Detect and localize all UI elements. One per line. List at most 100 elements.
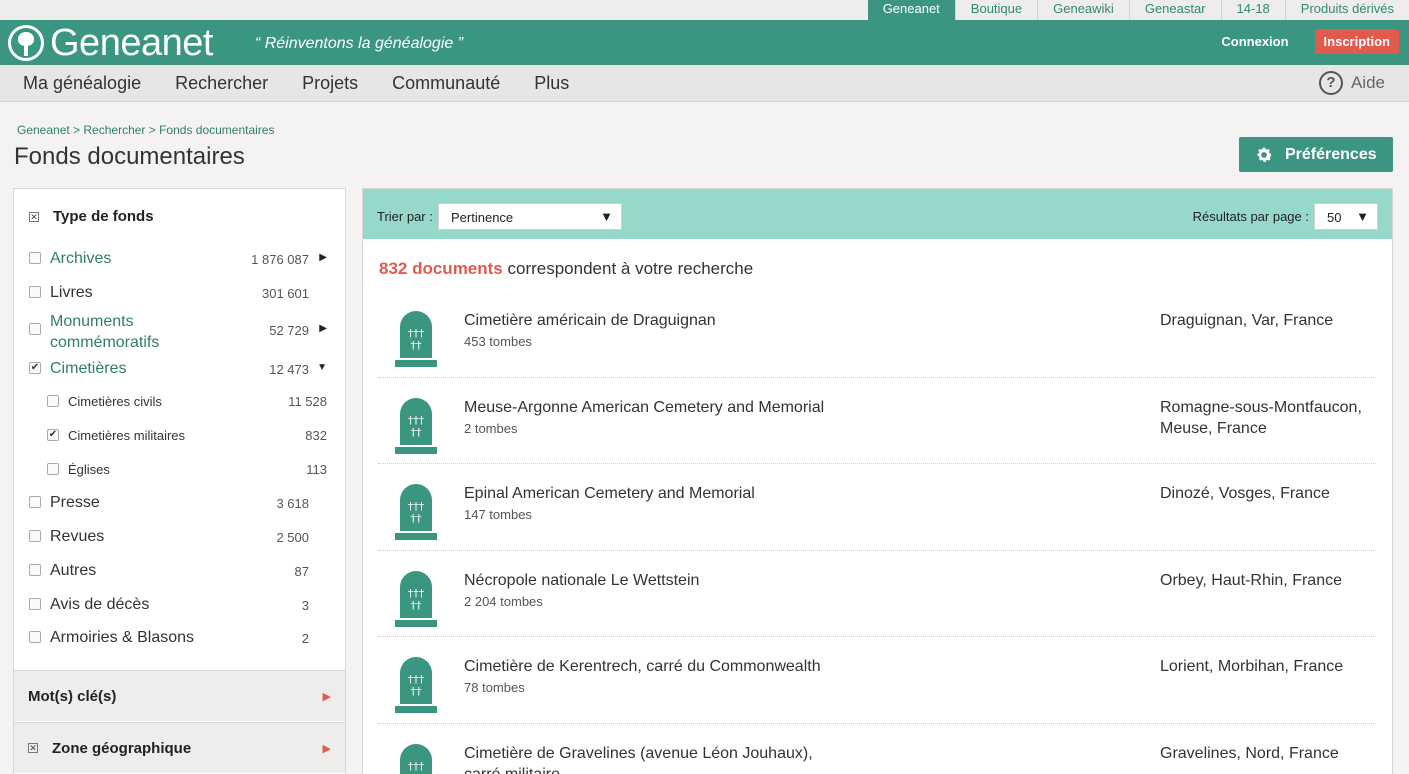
- result-row[interactable]: ††† †† Nécropole nationale Le Wettstein 2…: [378, 551, 1376, 637]
- page-title: Fonds documentaires: [14, 143, 245, 170]
- filter-label: Presse: [50, 494, 100, 511]
- sort-value: Pertinence: [451, 210, 514, 225]
- result-title[interactable]: Meuse-Argonne American Cemetery and Memo…: [464, 397, 844, 418]
- aide-label: Aide: [1350, 73, 1385, 92]
- chevron-down-icon: ▼: [600, 209, 613, 224]
- type-de-fonds-header[interactable]: ✕ Type de fonds: [14, 189, 345, 225]
- tab-geneawiki[interactable]: Geneawiki: [1037, 0, 1129, 20]
- keywords-section[interactable]: Mot(s) clé(s) ▶: [14, 670, 345, 721]
- arrow-right-icon[interactable]: ▶: [319, 252, 327, 263]
- result-title[interactable]: Cimetière américain de Draguignan: [464, 310, 844, 331]
- filter-count: 301 601: [262, 286, 309, 301]
- result-count: 78 tombes: [464, 680, 525, 695]
- result-location: Draguignan, Var, France: [1160, 312, 1334, 329]
- result-location: Dinozé, Vosges, France: [1160, 485, 1330, 502]
- results-count-text: correspondent à votre recherche: [502, 259, 754, 278]
- result-title[interactable]: Cimetière de Gravelines (avenue Léon Jou…: [464, 743, 844, 774]
- filter-label: Autres: [50, 562, 97, 579]
- tab-produits-derives[interactable]: Produits dérivés: [1284, 0, 1409, 20]
- checkbox-icon[interactable]: [47, 395, 59, 407]
- arrow-right-icon[interactable]: ▶: [319, 323, 327, 334]
- checkbox-icon[interactable]: ✔: [29, 362, 41, 374]
- result-location: Orbey, Haut-Rhin, France: [1160, 571, 1342, 589]
- checkbox-icon[interactable]: [47, 463, 59, 475]
- filter-label: Monuments commémoratifs: [50, 313, 160, 351]
- result-row[interactable]: ††††† Cimetière de Gravelines (avenue Lé…: [378, 724, 1376, 774]
- svg-text:††: ††: [411, 685, 423, 698]
- checkbox-icon[interactable]: [29, 631, 41, 643]
- nav-plus[interactable]: Plus: [534, 73, 569, 94]
- checkbox-icon[interactable]: [29, 564, 41, 576]
- result-row[interactable]: ††† †† Meuse-Argonne American Cemetery an…: [378, 378, 1376, 464]
- filter-count: 2: [301, 631, 309, 646]
- filter-sidebar: ✕ Type de fonds Archives 1 876 087 ▶ Liv…: [13, 188, 346, 774]
- checkbox-icon[interactable]: [29, 286, 41, 298]
- svg-text:††: ††: [411, 512, 423, 525]
- checkbox-icon[interactable]: [29, 530, 41, 542]
- tab-geneanet[interactable]: Geneanet: [867, 0, 955, 20]
- nav-rechercher[interactable]: Rechercher: [175, 73, 268, 94]
- result-title[interactable]: Nécropole nationale Le Wettstein: [464, 570, 844, 591]
- tree-logo-icon: [8, 24, 44, 61]
- gear-icon: [1257, 147, 1272, 162]
- filter-count: 2 500: [276, 530, 309, 545]
- inscription-button[interactable]: Inscription: [1314, 29, 1399, 54]
- tombstone-icon: †††††: [400, 743, 432, 774]
- result-row[interactable]: ††† †† Epinal American Cemetery and Memor…: [378, 464, 1376, 551]
- checkbox-icon[interactable]: [29, 323, 41, 335]
- tab-geneastar[interactable]: Geneastar: [1128, 0, 1221, 20]
- result-location: Romagne-sous-Montfaucon, Meuse, France: [1160, 398, 1362, 437]
- result-location: Gravelines, Nord, France: [1160, 744, 1339, 762]
- svg-text:††: ††: [411, 599, 423, 612]
- logo[interactable]: Geneanet: [8, 23, 213, 63]
- result-row[interactable]: ††† †† Cimetière de Kerentrech, carré du …: [378, 637, 1376, 724]
- checkbox-icon[interactable]: [29, 598, 41, 610]
- preferences-label: Préférences: [1285, 145, 1377, 163]
- sort-select[interactable]: Pertinence ▼: [438, 203, 622, 230]
- result-row[interactable]: ††† †† Cimetière américain de Draguignan …: [378, 291, 1376, 378]
- connexion-link[interactable]: Connexion: [1221, 34, 1288, 49]
- nav-communaute[interactable]: Communauté: [392, 73, 500, 94]
- main-nav: Ma généalogie Rechercher Projets Communa…: [0, 65, 1409, 102]
- results-count-number: 832 documents: [379, 259, 503, 278]
- per-page-select[interactable]: 50 ▼: [1314, 203, 1378, 230]
- arrow-right-icon: ▶: [322, 690, 331, 703]
- filter-count: 113: [306, 462, 327, 477]
- tab-14-18[interactable]: 14-18: [1220, 0, 1285, 20]
- filter-label: Revues: [50, 528, 105, 545]
- results-count: 832 documents correspondent à votre rech…: [379, 259, 753, 279]
- tab-boutique[interactable]: Boutique: [954, 0, 1037, 20]
- checkbox-icon[interactable]: [29, 496, 41, 508]
- filter-count: 11 528: [288, 394, 327, 409]
- checkbox-icon[interactable]: [29, 252, 41, 264]
- filter-label: Églises: [68, 462, 110, 477]
- geo-section[interactable]: ✕ Zone géographique ▶: [14, 722, 345, 773]
- filter-count: 52 729: [269, 323, 309, 338]
- keywords-label: Mot(s) clé(s): [28, 687, 117, 705]
- arrow-down-icon[interactable]: ▼: [317, 362, 327, 373]
- result-count: 453 tombes: [464, 334, 532, 349]
- nav-ma-genealogie[interactable]: Ma généalogie: [23, 73, 141, 94]
- filter-count: 12 473: [269, 362, 309, 377]
- svg-text:††: ††: [411, 426, 423, 439]
- result-count: 2 204 tombes: [464, 593, 543, 609]
- collapse-icon: ✕: [29, 211, 39, 222]
- filter-count: 3: [301, 598, 309, 613]
- checkbox-icon[interactable]: ✔: [47, 429, 59, 441]
- result-count: 147 tombes: [464, 507, 532, 522]
- result-title[interactable]: Epinal American Cemetery and Memorial: [464, 483, 844, 504]
- tombstone-icon: †††††: [395, 397, 437, 454]
- result-title[interactable]: Cimetière de Kerentrech, carré du Common…: [464, 656, 844, 677]
- nav-projets[interactable]: Projets: [302, 73, 358, 94]
- results-panel: Trier par : Pertinence ▼ Résultats par p…: [362, 188, 1393, 774]
- breadcrumb[interactable]: Geneanet > Rechercher > Fonds documentai…: [17, 123, 274, 137]
- sort-label: Trier par :: [377, 209, 433, 224]
- svg-text:††: ††: [411, 339, 423, 352]
- aide-link[interactable]: ? Aide: [1318, 71, 1385, 95]
- preferences-button[interactable]: Préférences: [1239, 137, 1393, 172]
- filter-label: Armoiries & Blasons: [50, 629, 195, 646]
- per-page-value: 50: [1327, 210, 1342, 225]
- filter-label: Cimetières civils: [68, 394, 162, 409]
- arrow-right-icon: ▶: [322, 742, 331, 755]
- top-tabs: Geneanet Boutique Geneawiki Geneastar 14…: [0, 0, 1409, 20]
